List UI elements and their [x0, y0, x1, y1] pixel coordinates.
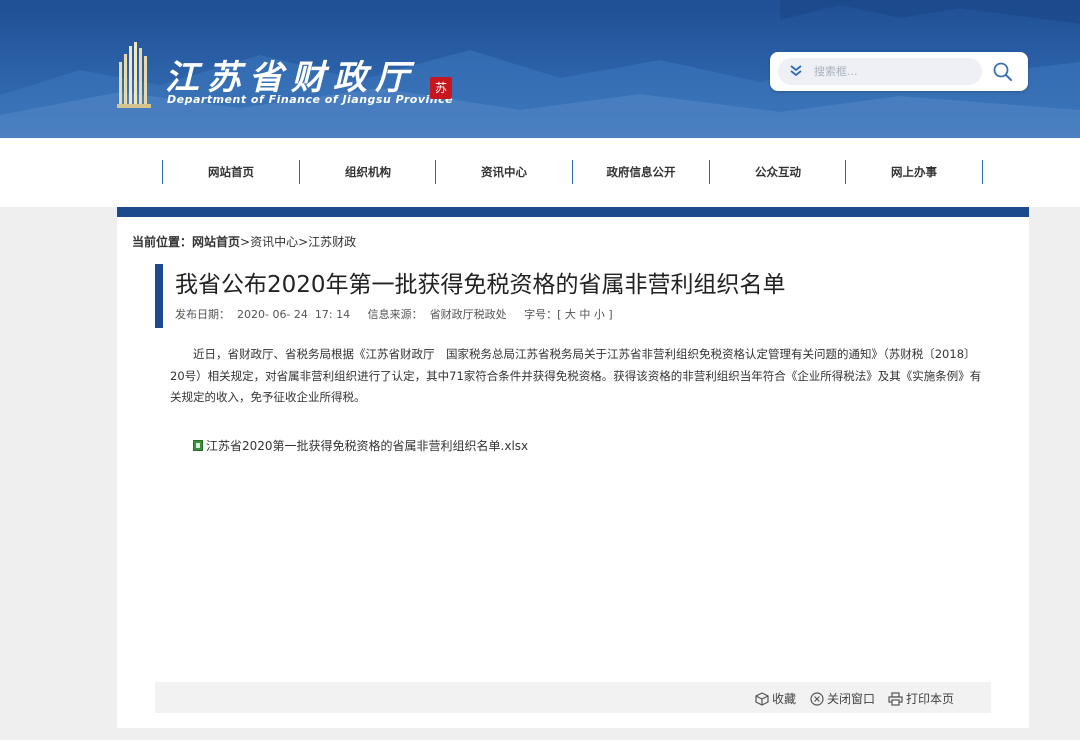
search-field-container [778, 58, 982, 85]
breadcrumb-label: 当前位置： [132, 235, 193, 249]
article-meta: 发布日期： 2020- 06- 24 17: 14 信息来源： 省财政厅税政处 … [175, 306, 613, 322]
printer-icon [888, 691, 903, 706]
seal-stamp: 苏 [430, 77, 452, 99]
title-accent-bar [155, 264, 163, 328]
nav-item-news-center[interactable]: 资讯中心 [435, 160, 572, 184]
font-size-large-button[interactable]: 大 [565, 308, 576, 321]
print-button[interactable]: 打印本页 [888, 690, 954, 707]
breadcrumb-separator: > [240, 235, 251, 249]
nav-item-organization[interactable]: 组织机构 [299, 160, 436, 184]
breadcrumb-home-link[interactable]: 网站首页 [192, 235, 240, 249]
font-size-label: 字号：[ [524, 308, 562, 321]
main-nav: 网站首页 组织机构 资讯中心 政府信息公开 公众互动 网上办事 [0, 138, 1080, 207]
site-logo-english: Department of Finance of Jiangsu Provinc… [167, 93, 454, 106]
attachment-link[interactable]: 江苏省2020第一批获得免税资格的省属非营利组织名单.xlsx [193, 437, 528, 454]
favorite-button[interactable]: 收藏 [755, 690, 796, 707]
source-value: 省财政厅税政处 [429, 308, 507, 321]
date-value: 2020- 06- 24 17: 14 [237, 308, 351, 321]
attachment-filename[interactable]: 江苏省2020第一批获得免税资格的省属非营利组织名单.xlsx [206, 437, 528, 454]
content-panel: 当前位置：网站首页>资讯中心>江苏财政 我省公布2020年第一批获得免税资格的省… [117, 207, 1029, 728]
cube-icon [755, 691, 769, 706]
breadcrumb-news-link[interactable]: 资讯中心 [250, 235, 298, 249]
search-input[interactable] [814, 63, 974, 80]
font-size-medium-button[interactable]: 中 [579, 308, 590, 321]
font-size-small-button[interactable]: 小 [594, 308, 605, 321]
breadcrumb-separator: > [298, 235, 309, 249]
header-banner: 江苏省财政厅 Department of Finance of Jiangsu … [0, 0, 1080, 138]
source-label: 信息来源： [367, 308, 423, 321]
breadcrumb-jiangsu-finance-link[interactable]: 江苏财政 [308, 235, 356, 249]
close-window-label: 关闭窗口 [827, 692, 876, 706]
article-title: 我省公布2020年第一批获得免税资格的省属非营利组织名单 [175, 272, 786, 298]
site-logo-chinese: 江苏省财政厅 [165, 58, 417, 98]
date-label: 发布日期： [175, 308, 230, 321]
panel-top-bar [117, 207, 1029, 217]
font-size-close-bracket: ] [608, 308, 613, 321]
article-body: 近日，省财政厅、省税务局根据《江苏省财政厅 国家税务总局江苏省税务局关于江苏省非… [170, 347, 982, 404]
building-logo-icon [117, 42, 151, 108]
nav-item-online-services[interactable]: 网上办事 [845, 160, 982, 184]
favorite-label: 收藏 [772, 692, 797, 706]
search-icon[interactable] [992, 61, 1014, 83]
breadcrumb: 当前位置：网站首页>资讯中心>江苏财政 [132, 233, 356, 250]
double-chevron-down-icon[interactable] [788, 63, 804, 79]
excel-file-icon [193, 440, 203, 451]
search-box [770, 52, 1028, 91]
close-circle-icon [810, 691, 824, 706]
nav-item-public-interaction[interactable]: 公众互动 [709, 160, 846, 184]
nav-item-home[interactable]: 网站首页 [162, 160, 299, 184]
article-tools-bar: 收藏 关闭窗口 打印本页 [155, 682, 991, 713]
print-label: 打印本页 [906, 692, 955, 706]
nav-item-gov-info[interactable]: 政府信息公开 [572, 160, 709, 184]
nav-divider [982, 160, 983, 184]
close-window-button[interactable]: 关闭窗口 [810, 690, 875, 707]
